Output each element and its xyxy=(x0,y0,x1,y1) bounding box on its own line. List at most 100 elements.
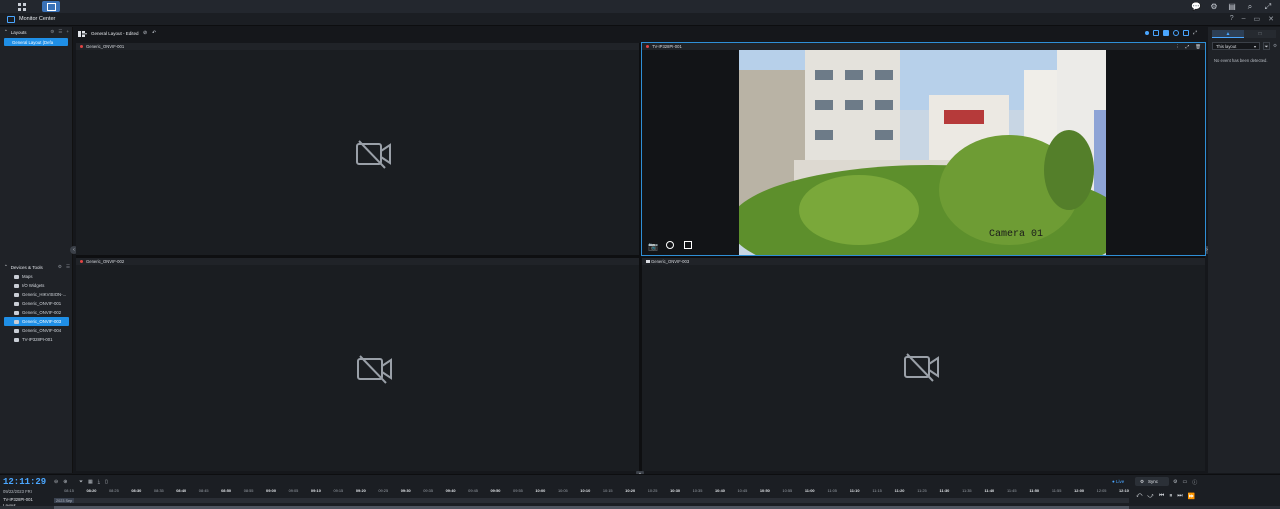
timeline-tick-label: 09:55 xyxy=(513,488,523,493)
timeline-layout-icon[interactable]: ▭ xyxy=(1182,479,1187,486)
minimize-button[interactable]: – xyxy=(1242,15,1246,23)
device-item-hikvision[interactable]: Generic_HIKVISION-... xyxy=(0,290,73,299)
status-dot xyxy=(80,45,83,48)
tab-events[interactable]: ▲ xyxy=(1212,30,1244,38)
tab-alerts[interactable]: □ xyxy=(1244,30,1276,38)
timeline-tick-label: 09:05 xyxy=(288,488,299,493)
layout-list-icon[interactable]: ☰ xyxy=(58,29,62,35)
sync-label: Sync xyxy=(1148,479,1159,484)
step-forward-icon[interactable]: ⏭ xyxy=(1177,493,1182,500)
layout-settings-icon[interactable]: ⚙ xyxy=(50,29,54,35)
timeline-tick-label: 12:10 xyxy=(1119,488,1129,493)
cell-title: Generic_ONVIF-001 xyxy=(86,44,125,49)
event-settings-button[interactable]: ⚙ xyxy=(1272,42,1278,50)
bookmark-icon[interactable]: ▯ xyxy=(105,479,108,485)
step-back-icon[interactable]: ⏮ xyxy=(1159,493,1164,500)
bell-icon: ▲ xyxy=(1225,30,1231,37)
device-list-icon[interactable]: ☰ xyxy=(66,264,70,270)
timeline-settings-icon[interactable]: ⚙ xyxy=(1173,479,1177,486)
info-icon[interactable] xyxy=(1173,30,1179,36)
device-item-onvif-002[interactable]: Generic_ONVIF-002 xyxy=(0,308,73,317)
device-item-maps[interactable]: Maps xyxy=(0,272,73,281)
layouts-section-header[interactable]: ⌃ Layouts ⚙ ☰ + xyxy=(0,27,72,37)
layout-item-general[interactable]: General Layout (Defa xyxy=(4,38,68,46)
device-options-icon[interactable]: ⚙ xyxy=(58,264,62,270)
timeline-tick-label: 09:45 xyxy=(468,488,478,493)
edit-layout-icon[interactable]: ⊘ xyxy=(143,30,147,36)
chevron-down-icon[interactable]: ▾ xyxy=(85,31,87,36)
layout-grid-icon[interactable] xyxy=(78,31,85,37)
device-label: TV-IP328PI-001 xyxy=(22,337,53,342)
sync-button[interactable]: ⚙ Sync xyxy=(1135,477,1169,486)
overlay-icon[interactable] xyxy=(1163,30,1169,36)
speed-icon[interactable]: ⏩ xyxy=(1188,493,1195,500)
timeline-info-icon[interactable]: ⓘ xyxy=(1192,479,1197,486)
fullscreen-icon[interactable]: ⤢ xyxy=(1193,30,1199,36)
pin-icon[interactable] xyxy=(1145,31,1149,35)
record-icon[interactable] xyxy=(666,241,674,249)
timeline-tick-label: 12:00 xyxy=(1074,488,1085,493)
close-button[interactable]: ✕ xyxy=(1268,15,1274,23)
monitor-center-app-button[interactable] xyxy=(42,1,60,12)
delete-icon[interactable]: 🗑 xyxy=(1195,44,1201,50)
map-icon xyxy=(14,274,19,279)
calendar-icon[interactable]: ▦ xyxy=(88,479,93,485)
expand-icon[interactable]: ⤢ xyxy=(1262,1,1274,12)
device-item-tv-ip328pi[interactable]: TV-IP328PI-001 xyxy=(0,335,73,344)
widgets-icon[interactable]: ▤ xyxy=(1226,1,1238,12)
zoom-out-icon[interactable]: ⊖ xyxy=(54,479,58,485)
maximize-button[interactable]: ▭ xyxy=(1254,15,1261,23)
previous-event-icon[interactable]: ⤺ xyxy=(1136,493,1142,500)
layouts-title: Layouts xyxy=(10,29,27,35)
undo-icon[interactable]: ↶ xyxy=(152,30,156,36)
timeline-tick-label: 11:20 xyxy=(894,488,905,493)
timeline-tick-label: 10:50 xyxy=(759,488,770,493)
device-item-onvif-003[interactable]: Generic_ONVIF-003 xyxy=(4,317,69,326)
track-month-label: 2023 Sep xyxy=(54,498,75,503)
more-options-icon[interactable]: ⋮ xyxy=(1175,44,1180,50)
camera-cell-tv-ip328pi[interactable]: TV-IP328PI-001 ⋮ ⤢ 🗑 Camera 01 📷 xyxy=(641,42,1206,256)
filter-button[interactable]: ⏷ xyxy=(1263,42,1270,50)
live-indicator[interactable]: ● Live xyxy=(1112,479,1124,484)
recording-track[interactable]: 2023 Sep xyxy=(54,498,1129,503)
timeline-tick-label: 09:25 xyxy=(378,488,389,493)
help-button[interactable]: ? xyxy=(1230,15,1234,23)
options-icon[interactable]: ⚙ xyxy=(1208,1,1220,12)
timeline-tick-label: 10:10 xyxy=(580,488,591,493)
timeline-tick-label: 11:35 xyxy=(962,488,972,493)
timeline-tick-label: 11:10 xyxy=(849,488,860,493)
status-dot xyxy=(80,260,83,263)
device-item-io-widgets[interactable]: I/O Widgets xyxy=(0,281,73,290)
rewind-icon[interactable]: ⤻ xyxy=(1147,493,1153,500)
device-item-onvif-001[interactable]: Generic_ONVIF-001 xyxy=(0,299,73,308)
chat-icon[interactable]: 💬 xyxy=(1190,1,1202,12)
timeline-tick-label: 08:35 xyxy=(153,488,164,493)
event-filter-select[interactable]: This layout ▾ xyxy=(1212,42,1260,50)
chevron-down-icon: ▾ xyxy=(1253,43,1256,49)
timeline-tick-label: 09:15 xyxy=(333,488,344,493)
search-icon[interactable]: ⌕ xyxy=(1244,1,1256,12)
add-layout-icon[interactable]: + xyxy=(66,29,69,35)
fullscreen-icon[interactable]: ⤢ xyxy=(1186,44,1190,50)
filter-icon[interactable]: ⏷ xyxy=(79,479,83,485)
window-icon[interactable] xyxy=(1183,30,1189,36)
zoom-in-icon[interactable]: ⊕ xyxy=(63,479,67,485)
camera-cell-onvif-002[interactable]: Generic_ONVIF-002 xyxy=(76,258,639,471)
collapse-icon[interactable]: ⌃ xyxy=(4,29,8,35)
download-icon[interactable]: ⤓ xyxy=(98,479,100,485)
camera-cell-onvif-003[interactable]: Generic_ONVIF-003 xyxy=(642,258,1205,471)
digital-zoom-icon[interactable] xyxy=(684,241,692,249)
display-mode-icon[interactable] xyxy=(1153,30,1159,36)
main-menu-button[interactable] xyxy=(13,1,31,12)
camera-cell-onvif-001[interactable]: Generic_ONVIF-001 xyxy=(76,43,639,255)
timeline-tick-label: 08:30 xyxy=(131,488,142,493)
cell-header: TV-IP328PI-001 ⋮ ⤢ 🗑 xyxy=(642,43,1205,50)
devices-section-header[interactable]: ⌃ Devices & Tools ⚙ ☰ xyxy=(0,262,73,272)
device-item-onvif-004[interactable]: Generic_ONVIF-004 xyxy=(0,326,73,335)
devices-title: Devices & Tools xyxy=(10,264,43,270)
pause-icon[interactable]: ⏸ xyxy=(1169,493,1172,500)
snapshot-icon[interactable]: 📷 xyxy=(648,242,658,251)
event-filter-value: This layout xyxy=(1216,43,1237,49)
settings-icon: ⚙ xyxy=(1272,43,1278,48)
collapse-icon[interactable]: ⌃ xyxy=(4,264,8,270)
